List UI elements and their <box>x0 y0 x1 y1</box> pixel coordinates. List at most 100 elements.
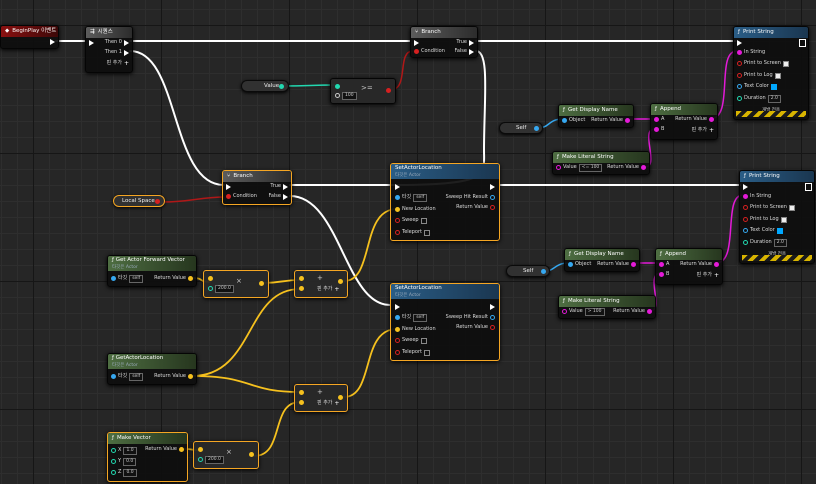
exec-in-pin[interactable] <box>414 39 419 46</box>
local-space-out-pin[interactable] <box>155 199 160 204</box>
print-string-node-1[interactable]: ƒ Print String In String Print to Screen… <box>733 26 809 120</box>
z-pin[interactable] <box>111 470 116 475</box>
target-pin[interactable] <box>395 195 400 200</box>
print-log-pin[interactable] <box>743 217 748 222</box>
value-out-pin[interactable] <box>279 84 284 89</box>
value-variable-node[interactable]: Value <box>241 80 289 92</box>
add-out-pin[interactable] <box>338 395 343 400</box>
sweep-checkbox[interactable] <box>420 337 427 344</box>
set-actor-location-node-1[interactable]: SetActorLocation 타깃은 Actor 타깃 self Sweep … <box>390 163 500 241</box>
duration-pin[interactable] <box>743 240 748 245</box>
branch-node-2[interactable]: ⑂ Branch Condition True False <box>222 170 292 205</box>
get-display-name-node-1[interactable]: ƒ Get Display Name Object Return Value <box>558 104 634 128</box>
return-value-pin[interactable] <box>625 118 630 123</box>
add-b-pin[interactable] <box>299 400 304 405</box>
new-location-pin[interactable] <box>395 207 400 212</box>
sweep-pin[interactable] <box>395 338 400 343</box>
then1-pin[interactable] <box>124 49 129 56</box>
false-pin[interactable] <box>283 193 288 200</box>
b-pin[interactable] <box>659 272 664 277</box>
text-color-pin[interactable] <box>737 84 742 89</box>
compare-out-pin[interactable] <box>386 88 391 93</box>
target-pin[interactable] <box>395 315 400 320</box>
return-value-pin[interactable] <box>647 309 652 314</box>
return-value-pin[interactable] <box>641 165 646 170</box>
multiply-value-field[interactable]: 200.0 <box>215 284 234 293</box>
sweep-hit-pin[interactable] <box>490 315 495 320</box>
value-pin[interactable] <box>562 309 567 314</box>
multiply-a-pin[interactable] <box>208 276 213 281</box>
exec-in-pin[interactable] <box>89 39 94 46</box>
text-color-pin[interactable] <box>743 228 748 233</box>
x-field[interactable]: 1.0 <box>123 446 137 455</box>
target-self-field[interactable]: self <box>413 313 428 322</box>
make-literal-string-node-2[interactable]: ƒ Make Literal String Value > 100 Return … <box>558 295 656 319</box>
add-b-pin[interactable] <box>299 286 304 291</box>
add-node-1[interactable]: + 핀 추가 + <box>294 270 348 298</box>
append-node-1[interactable]: ƒ Append A B Return Value 핀 추가 + <box>650 103 718 140</box>
exec-in-pin[interactable] <box>395 183 400 190</box>
add-node-2[interactable]: + 핀 추가 + <box>294 384 348 412</box>
sweep-checkbox[interactable] <box>420 217 427 224</box>
return-value-pin[interactable] <box>631 262 636 267</box>
multiply-out-pin[interactable] <box>259 281 264 286</box>
multiply-a-pin[interactable] <box>198 447 203 452</box>
multiply-b-pin[interactable] <box>208 286 213 291</box>
target-pin[interactable] <box>111 276 116 281</box>
append-node-2[interactable]: ƒ Append A B Return Value 핀 추가 + <box>655 248 723 285</box>
true-pin[interactable] <box>469 39 474 46</box>
print-screen-pin[interactable] <box>743 205 748 210</box>
get-display-name-node-2[interactable]: ƒ Get Display Name Object Return Value <box>564 248 640 272</box>
false-pin[interactable] <box>469 48 474 55</box>
sweep-pin[interactable] <box>395 218 400 223</box>
get-actor-forward-vector-node[interactable]: ƒ Get Actor Forward Vector 타깃은 Actor 타깃 s… <box>107 255 197 287</box>
value-field[interactable]: > 100 <box>584 307 605 316</box>
object-pin[interactable] <box>562 118 567 123</box>
print-screen-checkbox[interactable] <box>782 60 789 67</box>
compare-b-pin[interactable] <box>335 93 340 98</box>
a-pin[interactable] <box>654 117 659 122</box>
duration-pin[interactable] <box>737 96 742 101</box>
add-pin-button[interactable]: 핀 추가 + <box>692 126 714 135</box>
get-actor-location-node[interactable]: ƒ GetActorLocation 타깃은 Actor 타깃 self Retu… <box>107 353 197 385</box>
condition-pin[interactable] <box>226 194 231 199</box>
exec-out-pin[interactable] <box>50 38 55 45</box>
z-field[interactable]: 0.0 <box>123 468 137 477</box>
local-space-variable-node[interactable]: Local Space <box>113 195 165 207</box>
target-self-field[interactable]: self <box>129 372 144 381</box>
text-color-swatch[interactable] <box>770 83 777 90</box>
in-string-pin[interactable] <box>737 50 742 55</box>
multiply-out-pin[interactable] <box>249 452 254 457</box>
exec-out-pin[interactable] <box>490 303 495 310</box>
branch-node-1[interactable]: ⑂ Branch Condition True False <box>410 26 478 58</box>
exec-out-pin[interactable] <box>799 38 806 47</box>
condition-pin[interactable] <box>414 49 419 54</box>
compare-value-field[interactable]: 100 <box>342 91 357 100</box>
return-value-pin[interactable] <box>490 205 495 210</box>
teleport-pin[interactable] <box>395 350 400 355</box>
exec-in-pin[interactable] <box>226 183 231 190</box>
return-value-pin[interactable] <box>714 262 719 267</box>
sequence-node[interactable]: ⇶ 시퀀스 Then 0 Then 1 핀 추가 + <box>85 26 133 73</box>
target-self-field[interactable]: self <box>413 193 428 202</box>
multiply-node-2[interactable]: 200.0 × <box>193 441 259 469</box>
true-pin[interactable] <box>283 183 288 190</box>
exec-in-pin[interactable] <box>743 183 748 190</box>
return-value-pin[interactable] <box>188 374 193 379</box>
add-pin-button[interactable]: 핀 추가 + <box>697 271 719 280</box>
make-vector-node[interactable]: ƒ Make Vector X 1.0 Y 0.0 Z 0.0 Return Valu… <box>107 432 188 482</box>
object-pin[interactable] <box>568 262 573 267</box>
multiply-b-pin[interactable] <box>198 457 203 462</box>
add-out-pin[interactable] <box>338 279 343 284</box>
multiply-node-1[interactable]: 200.0 × <box>203 270 269 298</box>
text-color-swatch[interactable] <box>776 227 783 234</box>
y-pin[interactable] <box>111 459 116 464</box>
begin-play-event-node[interactable]: ◆ BeginPlay 이벤트 <box>0 25 59 49</box>
self-out-pin[interactable] <box>534 126 539 131</box>
compare-a-pin[interactable] <box>335 84 340 89</box>
print-string-node-2[interactable]: ƒ Print String In String Print to Screen… <box>739 170 815 264</box>
exec-in-pin[interactable] <box>737 39 742 46</box>
add-pin-button[interactable]: 핀 추가 + <box>317 399 339 408</box>
return-value-pin[interactable] <box>179 447 184 452</box>
return-value-pin[interactable] <box>490 325 495 330</box>
